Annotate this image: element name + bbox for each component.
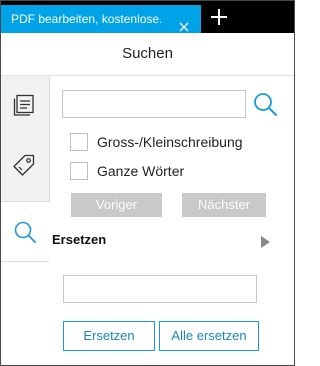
replace-button[interactable]: Ersetzen (63, 321, 155, 351)
tab-document[interactable]: PDF bearbeiten, kostenlose... (1, 5, 201, 33)
sidebar-item-pages[interactable] (1, 76, 49, 134)
tab-title: PDF bearbeiten, kostenlose... (11, 12, 161, 26)
replace-all-button[interactable]: Alle ersetzen (159, 321, 259, 351)
search-input[interactable] (62, 90, 246, 118)
previous-button[interactable]: Voriger (71, 193, 162, 217)
sidebar-item-search[interactable] (1, 201, 50, 262)
tag-icon (13, 154, 35, 176)
sidebar-item-tags[interactable] (1, 136, 49, 194)
pages-icon (13, 94, 34, 116)
search-icon (254, 93, 277, 116)
search-button[interactable] (252, 91, 278, 117)
close-icon[interactable] (179, 14, 189, 32)
next-button[interactable]: Nächster (182, 193, 266, 217)
triangle-right-icon[interactable] (261, 235, 270, 248)
whole-words-label: Ganze Wörter (97, 163, 185, 179)
panel-title: Suchen (122, 45, 173, 62)
tab-strip: PDF bearbeiten, kostenlose... (1, 1, 294, 33)
replace-input[interactable] (63, 275, 257, 303)
match-case-checkbox[interactable] (70, 133, 88, 151)
plus-icon[interactable] (210, 8, 228, 26)
whole-words-checkbox[interactable] (70, 162, 88, 180)
app-window: PDF bearbeiten, kostenlose... Suchen Gro… (0, 0, 295, 366)
panel-header: Suchen (1, 33, 294, 76)
sidebar-rail (1, 76, 50, 262)
replace-section-title: Ersetzen (52, 232, 107, 247)
search-icon (14, 221, 36, 243)
match-case-label: Gross-/Kleinschreibung (97, 134, 243, 150)
